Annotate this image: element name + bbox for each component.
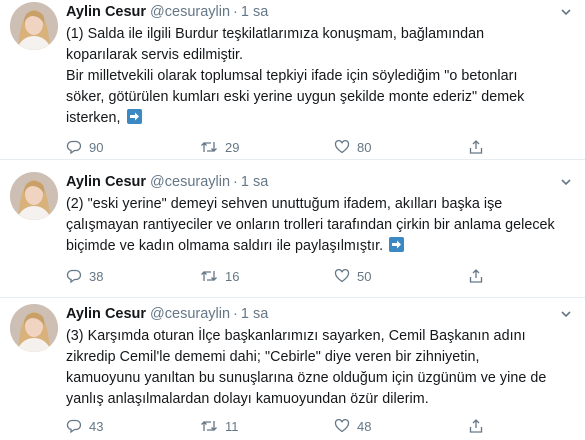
author-handle[interactable]: @cesuraylin: [150, 4, 230, 20]
share-button[interactable]: [468, 416, 484, 436]
share-button[interactable]: [468, 137, 484, 157]
reply-button[interactable]: 43: [66, 416, 103, 436]
share-icon: [469, 419, 483, 433]
tweet-1[interactable]: Aylin Cesur @cesuraylin · 1 sa (1) Salda il…: [0, 0, 585, 160]
share-icon: [469, 269, 483, 283]
tweet-line: yanlış anlaşılmalardan dolayı kamuoyunda…: [66, 391, 429, 407]
reply-count: 43: [89, 418, 104, 434]
chevron-down-icon[interactable]: [559, 176, 573, 190]
tweet-3[interactable]: Aylin Cesur @cesuraylin · 1 sa (3) Karşımda…: [0, 302, 585, 440]
avatar[interactable]: [10, 304, 58, 352]
tweet-line: (1) Salda ile ilgili Burdur teşkilatları…: [66, 26, 485, 42]
retweet-button[interactable]: 16: [200, 266, 239, 286]
reply-icon: [66, 140, 82, 155]
like-button[interactable]: 48: [334, 416, 371, 436]
arrow-right-icon: [126, 109, 142, 124]
separator-dot: ·: [233, 174, 238, 190]
tweet-line: söker, götürülen kumları eski yerine uyg…: [66, 89, 525, 105]
tweet-line: Bir milletvekili olarak toplumsal tepkiy…: [66, 68, 518, 84]
reply-count: 38: [89, 268, 104, 284]
like-button[interactable]: 50: [334, 266, 371, 286]
heart-icon: [334, 418, 350, 433]
avatar[interactable]: [10, 2, 58, 50]
avatar[interactable]: [10, 172, 58, 220]
tweet-line: (3) Karşımda oturan İlçe başkanlarımızı …: [66, 328, 526, 344]
author-handle[interactable]: @cesuraylin: [150, 306, 230, 322]
heart-icon: [334, 139, 350, 154]
tweet-line: biçimde ve kadın olmama saldırı ile payl…: [66, 238, 384, 254]
tweet-line: çalışmayan rantiyeciler ve onların troll…: [66, 217, 555, 233]
tweet-line: zikredip Cemil'le dememi dahi; "Cebirle"…: [66, 349, 480, 365]
share-button[interactable]: [468, 266, 484, 286]
reply-icon: [66, 269, 82, 284]
retweet-count: 11: [225, 418, 239, 434]
retweet-icon: [201, 271, 217, 281]
tweet-line: (2) "eski yerine" demeyi sehven unuttuğu…: [66, 196, 503, 212]
retweet-button[interactable]: 29: [200, 137, 239, 157]
tweet-2[interactable]: Aylin Cesur @cesuraylin · 1 sa (2) "eski ye…: [0, 170, 585, 298]
retweet-icon: [201, 142, 217, 152]
retweet-icon: [201, 421, 217, 431]
tweet-line-last: biçimde ve kadın olmama saldırı ile payl…: [66, 236, 573, 257]
tweet-line: isterken,: [66, 110, 121, 126]
tweet-text: (3) Karşımda oturan İlçe başkanlarımızı …: [66, 326, 573, 410]
share-icon: [469, 140, 483, 154]
tweet-time[interactable]: 1 sa: [241, 4, 268, 20]
like-count: 80: [357, 139, 372, 155]
tweet-time[interactable]: 1 sa: [241, 306, 268, 322]
tweet-line: koparılarak servis edilmiştir.: [66, 47, 244, 63]
like-count: 50: [357, 268, 372, 284]
tweet-text: (1) Salda ile ilgili Burdur teşkilatları…: [66, 24, 573, 129]
reply-count: 90: [89, 139, 104, 155]
heart-icon: [334, 268, 350, 283]
like-button[interactable]: 80: [334, 137, 371, 157]
retweet-count: 16: [225, 268, 240, 284]
arrow-right-icon: [389, 237, 405, 252]
separator-dot: ·: [233, 306, 238, 322]
reply-button[interactable]: 90: [66, 137, 103, 157]
author-name[interactable]: Aylin Cesur: [66, 4, 146, 20]
tweet-time[interactable]: 1 sa: [241, 174, 268, 190]
like-count: 48: [357, 418, 372, 434]
tweet-line: kamuoyunu yanıltan bu sunuşlarına özne o…: [66, 370, 547, 386]
chevron-down-icon[interactable]: [559, 6, 573, 20]
tweet-text: (2) "eski yerine" demeyi sehven unuttuğu…: [66, 194, 573, 257]
reply-icon: [66, 419, 82, 434]
retweet-button[interactable]: 11: [200, 416, 239, 436]
tweet-line-last: isterken,: [66, 108, 573, 129]
reply-button[interactable]: 38: [66, 266, 103, 286]
author-handle[interactable]: @cesuraylin: [150, 174, 230, 190]
retweet-count: 29: [225, 139, 240, 155]
separator-dot: ·: [233, 4, 238, 20]
author-name[interactable]: Aylin Cesur: [66, 306, 146, 322]
author-name[interactable]: Aylin Cesur: [66, 174, 146, 190]
chevron-down-icon[interactable]: [559, 308, 573, 322]
